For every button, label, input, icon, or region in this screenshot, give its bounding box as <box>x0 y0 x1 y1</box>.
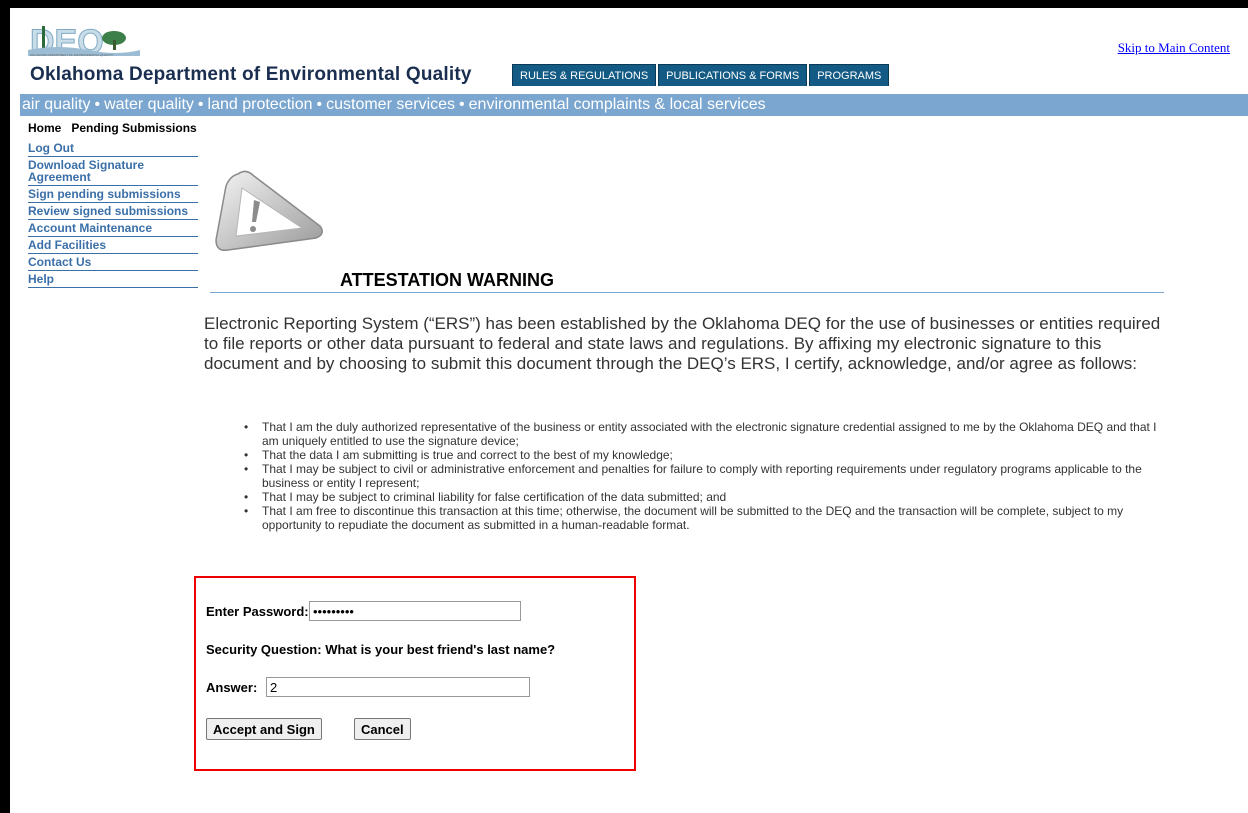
breadcrumb-home[interactable]: Home <box>28 121 61 135</box>
program-link-water-quality[interactable]: water quality <box>104 96 194 113</box>
deq-logo-icon: DEQ <box>28 23 140 62</box>
separator: • <box>316 96 323 113</box>
sidebar-item-review-signed[interactable]: Review signed submissions <box>28 203 198 220</box>
sidebar-item-sign-pending[interactable]: Sign pending submissions <box>28 186 198 203</box>
skip-to-main-link[interactable]: Skip to Main Content <box>1118 40 1230 56</box>
sidebar-item-account-maintenance[interactable]: Account Maintenance <box>28 220 198 237</box>
program-link-land-protection[interactable]: land protection <box>208 96 313 113</box>
program-link-complaints[interactable]: environmental complaints & local service… <box>469 96 766 113</box>
accept-and-sign-button[interactable]: Accept and Sign <box>206 718 322 740</box>
separator: • <box>459 96 465 113</box>
separator: • <box>94 96 101 113</box>
list-item: That the data I am submitting is true an… <box>244 448 1170 462</box>
list-item: That I am free to discontinue this trans… <box>244 504 1170 532</box>
sidebar-item-add-facilities[interactable]: Add Facilities <box>28 237 198 254</box>
password-field[interactable] <box>309 601 521 621</box>
sidebar-item-contact-us[interactable]: Contact Us <box>28 254 198 271</box>
security-question: Security Question: What is your best fri… <box>206 642 556 657</box>
list-item: That I am the duly authorized representa… <box>244 420 1170 448</box>
sidebar-item-download-signature-agreement[interactable]: Download Signature Agreement <box>28 157 198 186</box>
org-name[interactable]: Oklahoma Department of Environmental Qua… <box>30 64 472 86</box>
top-tabs: RULES & REGULATIONS PUBLICATIONS & FORMS… <box>512 64 891 86</box>
list-item: That I may be subject to civil or admini… <box>244 462 1170 490</box>
list-item: That I may be subject to criminal liabil… <box>244 490 1170 504</box>
program-link-customer-services[interactable]: customer services <box>326 96 455 113</box>
tab-publications-forms[interactable]: PUBLICATIONS & FORMS <box>658 64 808 86</box>
site-header: DEQ OKLAHOMA DEPARTMENT OF ENVIRONMENTAL… <box>10 8 1248 88</box>
tab-programs[interactable]: PROGRAMS <box>809 64 890 86</box>
warning-triangle-icon <box>198 166 328 261</box>
answer-label: Answer: <box>206 680 258 695</box>
separator: • <box>197 96 204 113</box>
answer-field[interactable] <box>266 677 530 697</box>
tab-rules-regulations[interactable]: RULES & REGULATIONS <box>512 64 657 86</box>
sidebar-item-help[interactable]: Help <box>28 271 198 288</box>
breadcrumb: Home Pending Submissions <box>28 121 207 135</box>
program-link-air-quality[interactable]: air quality <box>22 96 90 113</box>
program-nav-bar: air quality • water quality • land protectio… <box>20 94 1248 116</box>
signature-form-highlight: Enter Password: Security Question: What … <box>194 576 636 771</box>
page-title: ATTESTATION WARNING <box>340 270 554 290</box>
attestation-list: That I am the duly authorized representa… <box>244 420 1170 532</box>
sidebar-item-log-out[interactable]: Log Out <box>28 140 198 157</box>
title-divider <box>210 292 1164 293</box>
attestation-intro: Electronic Reporting System (“ERS”) has … <box>204 314 1161 373</box>
password-label: Enter Password: <box>206 604 309 619</box>
breadcrumb-pending-submissions[interactable]: Pending Submissions <box>71 121 196 135</box>
page-frame: DEQ OKLAHOMA DEPARTMENT OF ENVIRONMENTAL… <box>10 8 1248 813</box>
logo-small-text: OKLAHOMA DEPARTMENT OF ENVIRONMENTAL QUA… <box>30 53 114 57</box>
cancel-button[interactable]: Cancel <box>354 718 411 740</box>
sidebar-nav: Log Out Download Signature Agreement Sig… <box>28 140 198 288</box>
